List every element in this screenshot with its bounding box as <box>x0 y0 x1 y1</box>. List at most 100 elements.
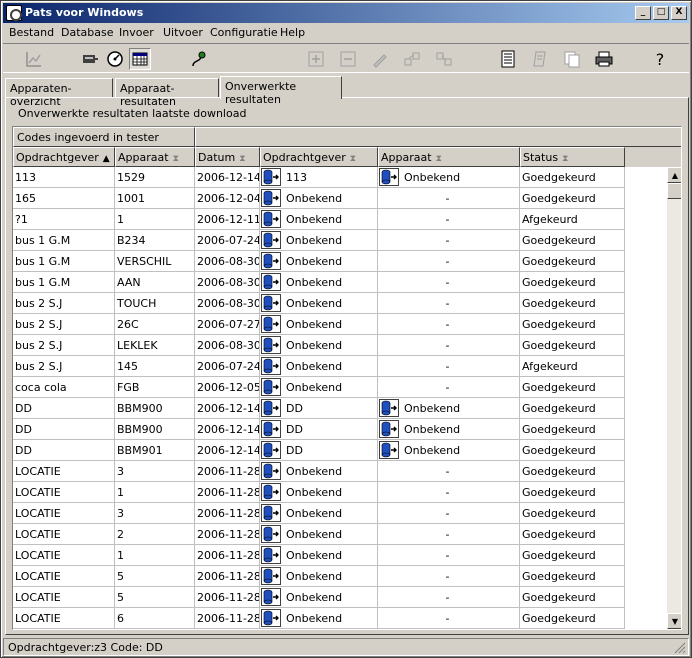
menu-help[interactable]: Help <box>280 26 305 39</box>
cell-app2[interactable]: Onbekend <box>378 398 520 419</box>
cell-app[interactable]: 1 <box>115 482 195 503</box>
cell-app2[interactable]: - <box>378 587 520 608</box>
cell-status[interactable]: Goedgekeurd <box>520 377 625 398</box>
cell-datum[interactable]: 2006-07-27 <box>195 314 260 335</box>
cell-app[interactable]: 1 <box>115 545 195 566</box>
cell-datum[interactable]: 2006-11-28 <box>195 608 260 629</box>
cell-og[interactable]: DD <box>13 440 115 461</box>
table-row[interactable]: bus 2 S.J 145 2006-07-24 Onbekend - Afgekeurd <box>13 356 625 377</box>
cell-status[interactable]: Goedgekeurd <box>520 230 625 251</box>
cell-status[interactable]: Goedgekeurd <box>520 293 625 314</box>
cell-app2[interactable]: - <box>378 251 520 272</box>
cell-og[interactable]: LOCATIE <box>13 545 115 566</box>
cell-app[interactable]: 5 <box>115 587 195 608</box>
table-row[interactable]: LOCATIE 5 2006-11-28 Onbekend - Goedgekeurd <box>13 587 625 608</box>
help-icon[interactable]: ? <box>649 48 671 70</box>
cell-og[interactable]: LOCATIE <box>13 608 115 629</box>
cell-status[interactable]: Goedgekeurd <box>520 419 625 440</box>
cell-app2[interactable]: - <box>378 188 520 209</box>
cell-app[interactable]: VERSCHIL <box>115 251 195 272</box>
maximize-button[interactable]: □ <box>653 6 669 20</box>
database-arrow-icon[interactable] <box>261 294 281 312</box>
cell-og2[interactable]: Onbekend <box>260 566 378 587</box>
cell-datum[interactable]: 2006-07-24 <box>195 356 260 377</box>
cell-app2[interactable]: Onbekend <box>378 167 520 188</box>
cell-app[interactable]: 145 <box>115 356 195 377</box>
cell-status[interactable]: Afgekeurd <box>520 209 625 230</box>
cell-og[interactable]: DD <box>13 419 115 440</box>
cell-og2[interactable]: Onbekend <box>260 587 378 608</box>
cell-status[interactable]: Goedgekeurd <box>520 482 625 503</box>
database-arrow-icon[interactable] <box>261 588 281 606</box>
cell-app2[interactable]: - <box>378 230 520 251</box>
cell-app[interactable]: B234 <box>115 230 195 251</box>
database-arrow-icon[interactable] <box>379 399 399 417</box>
col-apparaat-2[interactable]: Apparaat ⧗ <box>378 147 520 167</box>
cell-og[interactable]: LOCATIE <box>13 482 115 503</box>
cell-og2[interactable]: Onbekend <box>260 545 378 566</box>
database-arrow-icon[interactable] <box>261 336 281 354</box>
cell-status[interactable]: Goedgekeurd <box>520 461 625 482</box>
cell-status[interactable]: Goedgekeurd <box>520 398 625 419</box>
table-row[interactable]: LOCATIE 1 2006-11-28 Onbekend - Goedgekeurd <box>13 482 625 503</box>
col-opdrachtgever[interactable]: Opdrachtgever ▲ <box>13 147 115 167</box>
list-icon[interactable] <box>497 48 519 70</box>
minimize-button[interactable]: _ <box>635 6 651 20</box>
database-arrow-icon[interactable] <box>379 168 399 186</box>
cell-og2[interactable]: 113 <box>260 167 378 188</box>
cell-app2[interactable]: - <box>378 482 520 503</box>
cell-app[interactable]: 26C <box>115 314 195 335</box>
database-arrow-icon[interactable] <box>261 189 281 207</box>
cell-og2[interactable]: Onbekend <box>260 335 378 356</box>
table-row[interactable]: DD BBM900 2006-12-14 DD Onbekend Goedgekeurd <box>13 398 625 419</box>
cell-status[interactable]: Goedgekeurd <box>520 440 625 461</box>
cell-app2[interactable]: - <box>378 524 520 545</box>
database-arrow-icon[interactable] <box>261 315 281 333</box>
cell-app[interactable]: BBM901 <box>115 440 195 461</box>
cell-og2[interactable]: Onbekend <box>260 482 378 503</box>
table-row[interactable]: LOCATIE 3 2006-11-28 Onbekend - Goedgekeurd <box>13 461 625 482</box>
cell-app2[interactable]: - <box>378 314 520 335</box>
database-arrow-icon[interactable] <box>261 420 281 438</box>
table-row[interactable]: LOCATIE 2 2006-11-28 Onbekend - Goedgekeurd <box>13 524 625 545</box>
vertical-scrollbar[interactable]: ▲ ▼ <box>667 167 681 629</box>
cell-og[interactable]: bus 2 S.J <box>13 335 115 356</box>
menu-bestand[interactable]: Bestand <box>9 26 54 39</box>
cell-og[interactable]: DD <box>13 398 115 419</box>
cell-datum[interactable]: 2006-08-30 <box>195 251 260 272</box>
database-arrow-icon[interactable] <box>261 231 281 249</box>
cell-og2[interactable]: Onbekend <box>260 377 378 398</box>
cell-og[interactable]: LOCATIE <box>13 524 115 545</box>
table-row[interactable]: bus 2 S.J LEKLEK 2006-08-30 Onbekend - Goedge… <box>13 335 625 356</box>
col-status[interactable]: Status ⧗ <box>520 147 625 167</box>
cell-status[interactable]: Goedgekeurd <box>520 188 625 209</box>
cell-datum[interactable]: 2006-11-28 <box>195 461 260 482</box>
cell-status[interactable]: Goedgekeurd <box>520 167 625 188</box>
cell-status[interactable]: Goedgekeurd <box>520 335 625 356</box>
table-row[interactable]: coca cola FGB 2006-12-05 Onbekend - Goedgekeu… <box>13 377 625 398</box>
cell-og2[interactable]: Onbekend <box>260 314 378 335</box>
cell-og2[interactable]: Onbekend <box>260 293 378 314</box>
cell-datum[interactable]: 2006-12-11 <box>195 209 260 230</box>
cell-status[interactable]: Goedgekeurd <box>520 524 625 545</box>
table-row[interactable]: ?1 1 2006-12-11 Onbekend - Afgekeurd <box>13 209 625 230</box>
cell-og[interactable]: LOCATIE <box>13 566 115 587</box>
cell-app[interactable]: BBM900 <box>115 398 195 419</box>
cell-og2[interactable]: Onbekend <box>260 188 378 209</box>
scroll-down-button[interactable]: ▼ <box>667 613 681 629</box>
cell-datum[interactable]: 2006-08-30 <box>195 272 260 293</box>
cell-datum[interactable]: 2006-11-28 <box>195 524 260 545</box>
col-opdrachtgever-2[interactable]: Opdrachtgever ⧗ <box>260 147 378 167</box>
cell-og[interactable]: LOCATIE <box>13 503 115 524</box>
app-icon[interactable] <box>6 5 22 21</box>
cell-status[interactable]: Goedgekeurd <box>520 545 625 566</box>
cell-og[interactable]: LOCATIE <box>13 587 115 608</box>
device-icon[interactable] <box>79 48 101 70</box>
cell-og[interactable]: bus 2 S.J <box>13 293 115 314</box>
table-row[interactable]: DD BBM900 2006-12-14 DD Onbekend Goedgekeurd <box>13 419 625 440</box>
cell-datum[interactable]: 2006-11-28 <box>195 545 260 566</box>
cell-app[interactable]: 3 <box>115 461 195 482</box>
cell-app[interactable]: AAN <box>115 272 195 293</box>
cell-status[interactable]: Afgekeurd <box>520 356 625 377</box>
cell-app2[interactable]: - <box>378 461 520 482</box>
